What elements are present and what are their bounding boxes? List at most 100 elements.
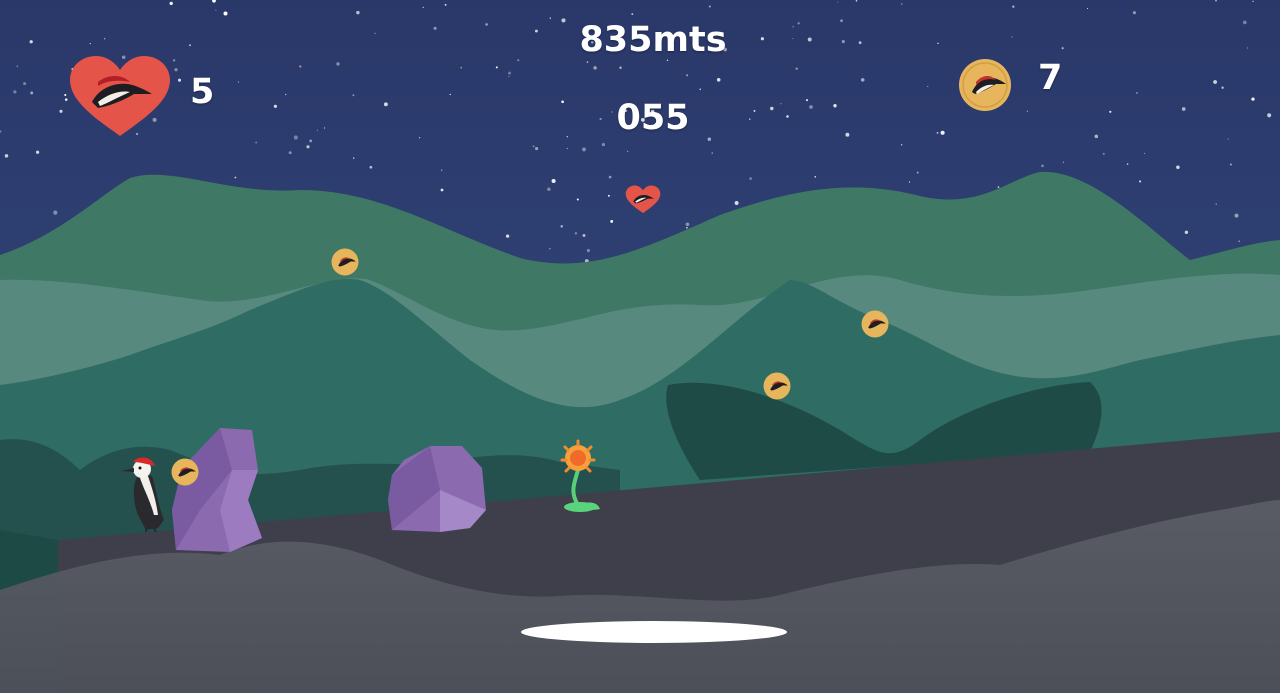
star (549, 17, 551, 19)
star (293, 135, 298, 140)
star (1246, 47, 1249, 49)
star (786, 115, 789, 118)
star (23, 82, 27, 86)
star (1026, 110, 1029, 112)
star (273, 104, 277, 108)
star (1251, 97, 1255, 101)
star (174, 68, 178, 72)
coin-pickup-icon (861, 310, 889, 338)
star (908, 181, 911, 183)
star (699, 88, 701, 90)
star (422, 6, 424, 8)
heart-pickup-icon (625, 185, 661, 214)
star (535, 147, 539, 151)
star (309, 139, 313, 143)
lives-count: 5 (190, 72, 215, 112)
star (352, 157, 355, 159)
star (608, 175, 612, 179)
star (551, 178, 556, 184)
star (1143, 152, 1146, 155)
star (936, 132, 939, 134)
star (792, 37, 794, 40)
star (1227, 138, 1229, 140)
star (30, 91, 34, 95)
star (306, 145, 310, 149)
star (1126, 163, 1129, 165)
star (708, 5, 711, 8)
coin-pickup-icon (171, 458, 199, 486)
star (792, 26, 794, 28)
star (177, 78, 182, 82)
star (1267, 113, 1272, 118)
star (336, 62, 340, 66)
star (1238, 240, 1241, 243)
star (508, 71, 511, 75)
coins-count: 7 (1038, 58, 1063, 98)
star (444, 3, 447, 6)
star (169, 1, 173, 6)
star (1242, 20, 1247, 25)
heart-bird-icon (70, 56, 170, 136)
star (59, 109, 63, 113)
star (711, 152, 713, 154)
star (1181, 107, 1186, 111)
star (485, 23, 488, 26)
star (566, 147, 568, 149)
star (916, 171, 919, 174)
star (284, 93, 287, 96)
star (749, 118, 751, 120)
star (35, 150, 40, 154)
star (601, 143, 605, 147)
star (734, 201, 739, 205)
star (234, 176, 237, 179)
star (940, 130, 945, 135)
star (858, 41, 862, 45)
star (255, 141, 258, 144)
star (807, 37, 812, 42)
coin-pickup-icon (763, 372, 791, 400)
star (619, 66, 622, 69)
star (1041, 164, 1044, 168)
star (433, 26, 437, 30)
star (13, 90, 17, 94)
star (1252, 0, 1254, 3)
star (1215, 203, 1217, 205)
star (374, 32, 376, 35)
star (1062, 161, 1064, 163)
star (547, 187, 551, 191)
star (1061, 47, 1064, 50)
star (1221, 86, 1224, 89)
star (517, 59, 520, 62)
home-indicator[interactable] (521, 621, 787, 643)
star (532, 145, 535, 148)
star (16, 65, 18, 67)
star (1184, 230, 1189, 234)
star (837, 1, 839, 3)
star (440, 188, 444, 192)
star (627, 150, 629, 153)
star (610, 219, 614, 223)
star (561, 100, 564, 104)
star (860, 78, 865, 82)
star (215, 9, 217, 11)
star (1094, 134, 1099, 139)
star (809, 105, 813, 109)
star (1136, 92, 1138, 94)
star (508, 76, 510, 78)
star (369, 165, 373, 169)
star (1012, 5, 1015, 8)
distance-counter: 835mts (579, 20, 727, 60)
star (560, 225, 563, 228)
star (460, 66, 463, 69)
star (770, 106, 774, 111)
star (505, 234, 510, 238)
star (534, 29, 538, 33)
score-counter: 055 (616, 98, 690, 138)
star (53, 210, 58, 215)
star (316, 129, 319, 132)
star (997, 186, 1000, 188)
star (1229, 163, 1232, 166)
star (1109, 110, 1112, 113)
star (753, 109, 756, 112)
star (237, 81, 240, 83)
